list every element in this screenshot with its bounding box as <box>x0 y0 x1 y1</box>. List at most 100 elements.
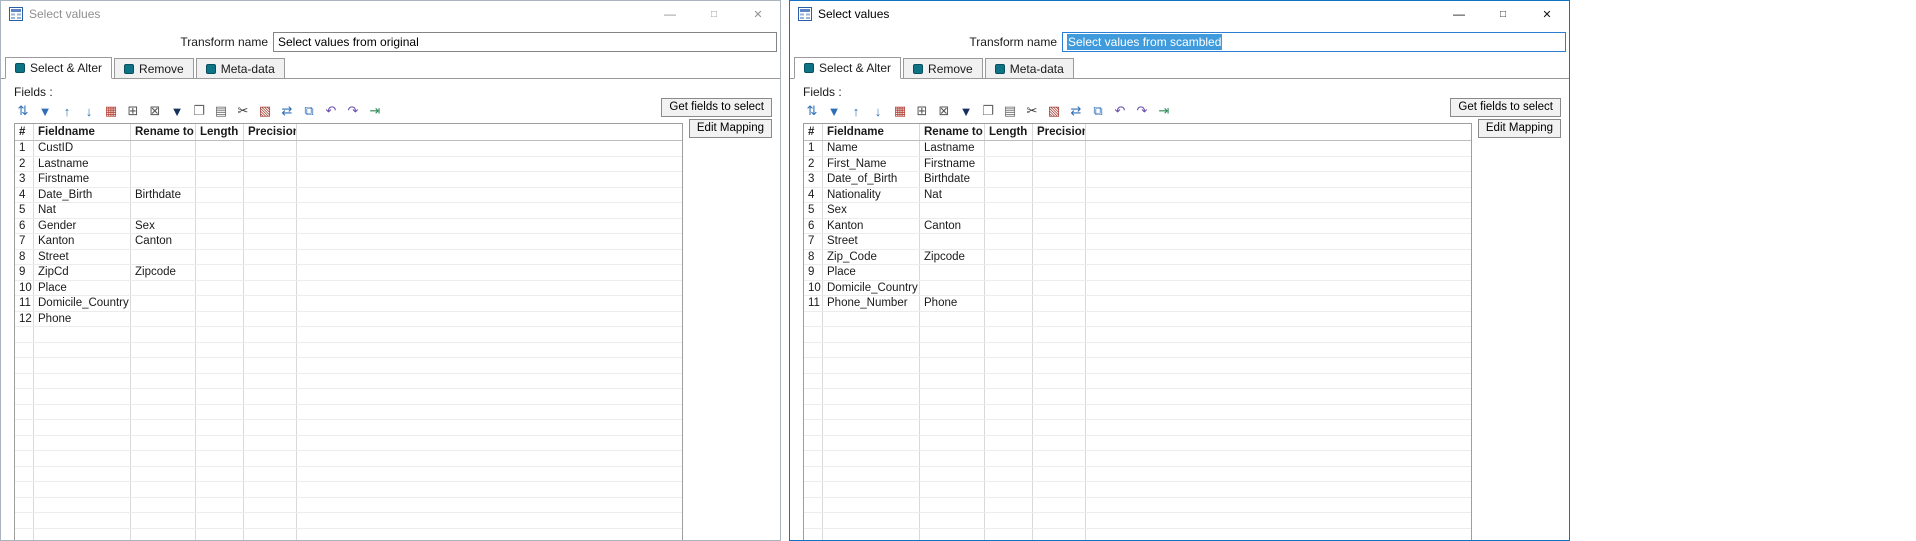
rename-cell[interactable] <box>920 265 985 280</box>
precision-cell[interactable] <box>1033 420 1086 435</box>
copy-icon[interactable]: ❐ <box>190 103 208 119</box>
precision-cell[interactable] <box>1033 141 1086 156</box>
precision-cell[interactable] <box>1033 482 1086 497</box>
delete-rows-icon[interactable]: ▦ <box>891 103 909 119</box>
row-number-cell[interactable] <box>15 467 34 482</box>
row-number-cell[interactable]: 4 <box>15 188 34 203</box>
col-header-length[interactable]: Length <box>985 124 1033 140</box>
swap-icon[interactable]: ⇄ <box>278 103 296 119</box>
row-number-cell[interactable]: 1 <box>804 141 823 156</box>
rename-cell[interactable] <box>920 467 985 482</box>
fieldname-cell[interactable] <box>823 513 920 528</box>
fieldname-cell[interactable] <box>34 358 131 373</box>
fieldname-cell[interactable]: Domicile_Country <box>34 296 131 311</box>
insert-row-icon[interactable]: ⊞ <box>913 103 931 119</box>
row-number-cell[interactable] <box>804 343 823 358</box>
precision-cell[interactable] <box>244 265 297 280</box>
fieldname-cell[interactable]: First_Name <box>823 157 920 172</box>
length-cell[interactable] <box>196 374 244 389</box>
precision-cell[interactable] <box>244 467 297 482</box>
rename-cell[interactable]: Firstname <box>920 157 985 172</box>
precision-cell[interactable] <box>1033 513 1086 528</box>
length-cell[interactable] <box>196 358 244 373</box>
precision-cell[interactable] <box>244 389 297 404</box>
length-cell[interactable] <box>196 389 244 404</box>
title-bar[interactable]: Select values — □ ✕ <box>790 1 1569 27</box>
row-number-cell[interactable] <box>804 529 823 541</box>
col-header-precision[interactable]: Precision <box>1033 124 1086 140</box>
fieldname-cell[interactable] <box>823 498 920 513</box>
fieldname-cell[interactable]: Date_of_Birth <box>823 172 920 187</box>
col-header-number[interactable]: # <box>804 124 823 140</box>
fieldname-cell[interactable] <box>823 467 920 482</box>
fieldname-cell[interactable] <box>823 451 920 466</box>
precision-cell[interactable] <box>244 172 297 187</box>
fieldname-cell[interactable]: ZipCd <box>34 265 131 280</box>
precision-cell[interactable] <box>1033 157 1086 172</box>
row-number-cell[interactable] <box>15 343 34 358</box>
fieldname-cell[interactable]: Phone_Number <box>823 296 920 311</box>
precision-cell[interactable] <box>1033 281 1086 296</box>
length-cell[interactable] <box>985 374 1033 389</box>
row-number-cell[interactable] <box>15 358 34 373</box>
rename-cell[interactable] <box>131 250 196 265</box>
fieldname-cell[interactable] <box>34 405 131 420</box>
rename-cell[interactable] <box>920 405 985 420</box>
length-cell[interactable] <box>985 343 1033 358</box>
col-header-fieldname[interactable]: Fieldname <box>823 124 920 140</box>
precision-cell[interactable] <box>244 513 297 528</box>
row-number-cell[interactable]: 10 <box>804 281 823 296</box>
length-cell[interactable] <box>196 219 244 234</box>
paste-icon[interactable]: ▤ <box>212 103 230 119</box>
fieldname-cell[interactable] <box>823 374 920 389</box>
precision-cell[interactable] <box>1033 467 1086 482</box>
length-cell[interactable] <box>196 141 244 156</box>
rename-cell[interactable] <box>131 374 196 389</box>
rename-cell[interactable] <box>920 203 985 218</box>
length-cell[interactable] <box>196 281 244 296</box>
rename-cell[interactable] <box>131 498 196 513</box>
rename-cell[interactable] <box>920 513 985 528</box>
rename-cell[interactable] <box>131 513 196 528</box>
row-number-cell[interactable] <box>15 420 34 435</box>
row-number-cell[interactable] <box>804 513 823 528</box>
precision-cell[interactable] <box>244 420 297 435</box>
delete-rows-icon[interactable]: ▦ <box>102 103 120 119</box>
rename-cell[interactable] <box>920 234 985 249</box>
clone-row-icon[interactable]: ⧉ <box>1089 103 1107 119</box>
rename-cell[interactable] <box>131 172 196 187</box>
sort-filter-icon[interactable]: ▼ <box>36 103 54 119</box>
fieldname-cell[interactable] <box>34 529 131 541</box>
fieldname-cell[interactable] <box>823 420 920 435</box>
rename-cell[interactable] <box>920 436 985 451</box>
rename-cell[interactable]: Canton <box>131 234 196 249</box>
rename-cell[interactable] <box>131 529 196 541</box>
tab-meta-data[interactable]: Meta-data <box>196 58 285 78</box>
col-header-rename[interactable]: Rename to <box>920 124 985 140</box>
precision-cell[interactable] <box>1033 172 1086 187</box>
rename-cell[interactable] <box>131 296 196 311</box>
precision-cell[interactable] <box>1033 451 1086 466</box>
row-number-cell[interactable]: 4 <box>804 188 823 203</box>
precision-cell[interactable] <box>244 219 297 234</box>
precision-cell[interactable] <box>1033 498 1086 513</box>
precision-cell[interactable] <box>1033 529 1086 541</box>
row-number-cell[interactable]: 3 <box>804 172 823 187</box>
length-cell[interactable] <box>985 327 1033 342</box>
swap-icon[interactable]: ⇄ <box>1067 103 1085 119</box>
length-cell[interactable] <box>196 203 244 218</box>
row-number-cell[interactable] <box>15 405 34 420</box>
rename-cell[interactable] <box>131 389 196 404</box>
fieldname-cell[interactable]: Street <box>823 234 920 249</box>
precision-cell[interactable] <box>1033 250 1086 265</box>
precision-cell[interactable] <box>244 157 297 172</box>
precision-cell[interactable] <box>1033 374 1086 389</box>
fieldname-cell[interactable] <box>823 358 920 373</box>
precision-cell[interactable] <box>1033 327 1086 342</box>
length-cell[interactable] <box>196 157 244 172</box>
precision-cell[interactable] <box>1033 219 1086 234</box>
paste-icon[interactable]: ▤ <box>1001 103 1019 119</box>
sort-filter-icon[interactable]: ▼ <box>825 103 843 119</box>
fieldname-cell[interactable] <box>823 327 920 342</box>
row-number-cell[interactable] <box>15 436 34 451</box>
